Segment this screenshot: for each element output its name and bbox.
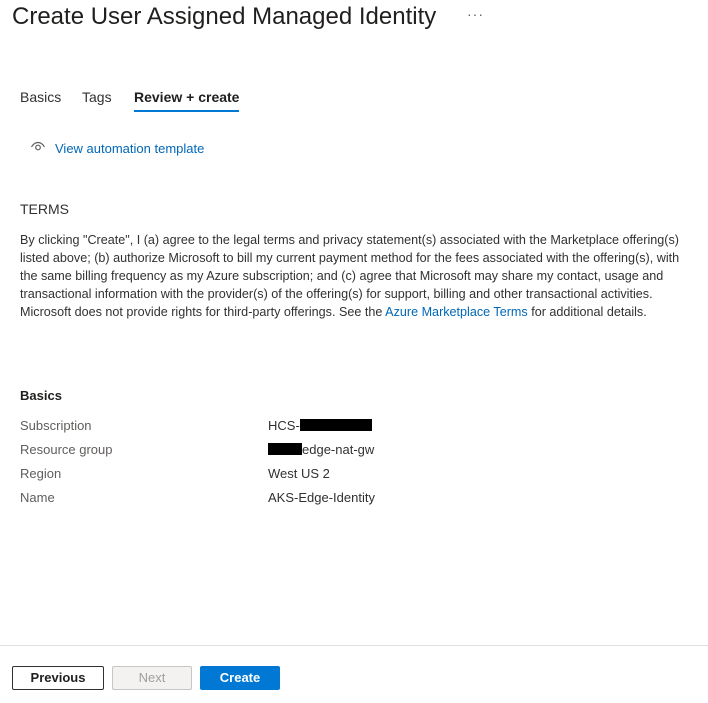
basics-section-heading: Basics (20, 388, 62, 403)
view-automation-template-link[interactable]: View automation template (30, 138, 204, 159)
next-button[interactable]: Next (112, 666, 192, 690)
resource-group-value-suffix: edge-nat-gw (302, 442, 375, 457)
terms-heading: TERMS (20, 201, 69, 217)
summary-value: edge-nat-gw (268, 442, 374, 457)
create-identity-page: Create User Assigned Managed Identity ··… (0, 0, 708, 703)
previous-button[interactable]: Previous (12, 666, 104, 690)
summary-value: AKS-Edge-Identity (268, 490, 375, 505)
terms-text-part2: for additional details. (527, 305, 647, 319)
create-button[interactable]: Create (200, 666, 280, 690)
azure-marketplace-terms-link[interactable]: Azure Marketplace Terms (385, 305, 528, 319)
redaction-bar (299, 419, 372, 431)
page-title: Create User Assigned Managed Identity (12, 3, 437, 30)
eye-icon (30, 138, 46, 159)
summary-label: Name (20, 490, 55, 505)
automation-link-label[interactable]: View automation template (55, 141, 204, 156)
summary-value: West US 2 (268, 466, 330, 481)
tab-basics[interactable]: Basics (20, 88, 61, 112)
summary-label: Resource group (20, 442, 113, 457)
summary-row-name: Name AKS-Edge-Identity (20, 490, 620, 510)
tab-review-create[interactable]: Review + create (134, 88, 240, 112)
summary-label: Region (20, 466, 62, 481)
summary-value: HCS- (268, 418, 372, 433)
redaction-bar (268, 443, 302, 455)
more-options-button[interactable]: ··· (467, 6, 484, 22)
summary-row-region: Region West US 2 (20, 466, 620, 486)
footer-divider (0, 645, 708, 646)
terms-text: By clicking "Create", I (a) agree to the… (20, 231, 696, 321)
subscription-value-prefix: HCS- (268, 418, 300, 433)
summary-label: Subscription (20, 418, 92, 433)
summary-row-subscription: Subscription HCS- (20, 418, 620, 438)
summary-row-resource-group: Resource group edge-nat-gw (20, 442, 620, 462)
tab-tags[interactable]: Tags (82, 88, 112, 112)
